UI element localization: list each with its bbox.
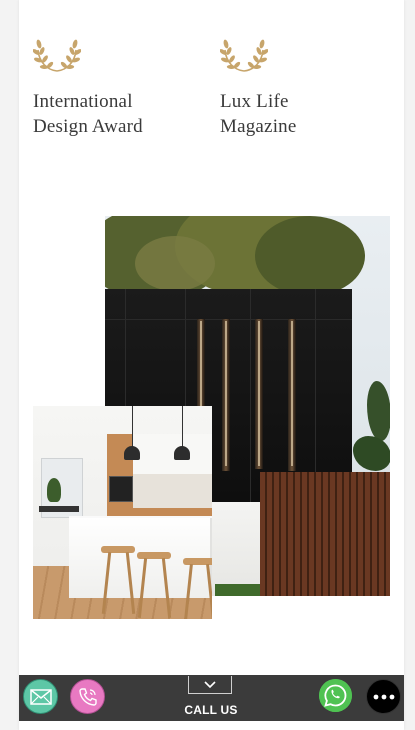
award-international-design: International Design Award [33, 34, 183, 139]
award-title-line1: Lux Life [220, 91, 289, 112]
bar-stool [137, 552, 171, 559]
call-us-label: CALL US [184, 703, 238, 717]
award-title: Lux Life Magazine [220, 89, 370, 139]
email-button[interactable] [23, 679, 58, 714]
phone-button[interactable] [70, 679, 105, 714]
backsplash [133, 474, 212, 508]
palm-tree [367, 381, 390, 441]
whatsapp-icon [319, 679, 352, 712]
call-us-button[interactable]: CALL US [181, 675, 241, 721]
page-content: International Design Award Lux Life Maga… [19, 0, 404, 730]
kitchen-photo [33, 406, 212, 619]
lawn [215, 584, 260, 596]
oven [109, 476, 133, 502]
timber-cladding [260, 472, 390, 596]
pendant-light [174, 446, 190, 460]
upper-cabinet [133, 434, 212, 475]
more-icon [373, 694, 394, 699]
whatsapp-button[interactable] [319, 679, 352, 712]
laurel-wreath-icon [33, 39, 81, 72]
award-lux-life: Lux Life Magazine [220, 34, 370, 139]
award-title: International Design Award [33, 89, 183, 139]
phone-icon [78, 687, 97, 706]
chevron-down-icon [188, 676, 232, 694]
bar-stool [101, 546, 135, 553]
email-icon [29, 688, 52, 705]
award-title-line1: International [33, 91, 133, 112]
tree-foliage [135, 236, 215, 291]
shrub [353, 436, 390, 471]
more-button[interactable] [366, 679, 401, 714]
tree-foliage [255, 216, 365, 296]
award-title-line2: Magazine [220, 116, 297, 137]
contact-bar: CALL US [19, 675, 404, 721]
plant [47, 478, 61, 502]
award-title-line2: Design Award [33, 116, 143, 137]
pendant-light [124, 446, 140, 460]
dining-table [39, 506, 79, 512]
laurel-wreath-icon [220, 39, 268, 72]
